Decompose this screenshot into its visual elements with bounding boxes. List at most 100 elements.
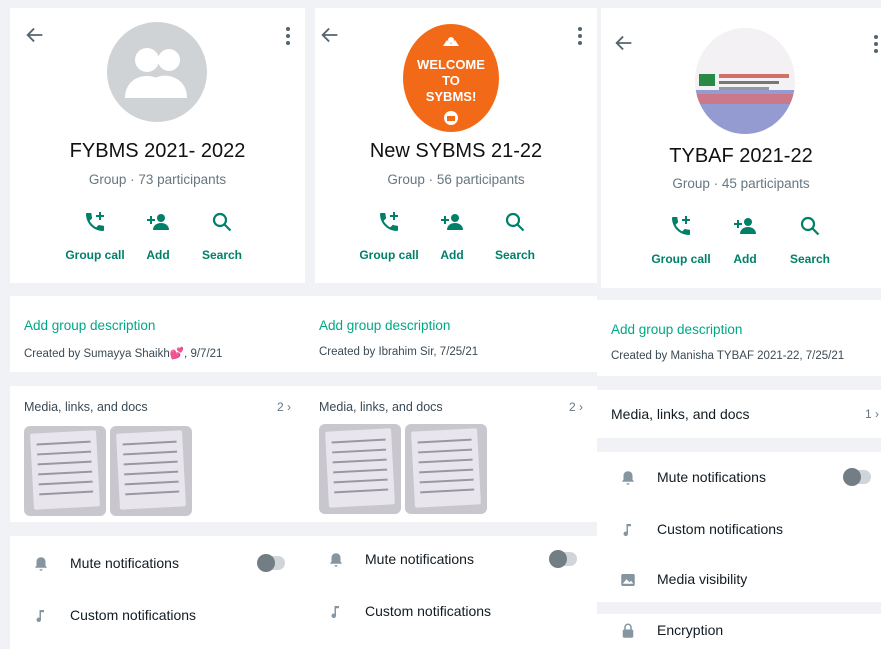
group-info-panel-sybms: WELCOME TO SYBMS! New SYBMS 21-22 Group …: [305, 0, 597, 649]
add-participant-button[interactable]: Add: [123, 210, 193, 262]
media-thumbnail[interactable]: [405, 424, 487, 514]
mute-notifications-row[interactable]: Mute notifications: [10, 542, 305, 586]
group-avatar[interactable]: [107, 22, 207, 122]
mute-notifications-label: Mute notifications: [70, 555, 179, 571]
mute-toggle[interactable]: [843, 468, 871, 486]
settings-section: Mute notifications Custom notifications …: [597, 452, 881, 602]
more-options-icon[interactable]: [577, 26, 583, 46]
mute-notifications-label: Mute notifications: [657, 469, 766, 485]
welcome-badge-icon: WELCOME TO SYBMS!: [417, 37, 485, 125]
toggle-knob: [549, 550, 567, 568]
media-thumbnail[interactable]: [110, 426, 192, 516]
media-thumbnail[interactable]: [24, 426, 106, 516]
description-section: Add group description Created by Manisha…: [597, 300, 881, 376]
settings-section: Mute notifications Custom notifications: [305, 536, 597, 649]
music-note-icon: [36, 610, 44, 623]
search-icon: [505, 212, 525, 232]
search-icon: [800, 216, 820, 236]
search-label: Search: [201, 248, 243, 262]
group-subtitle: Group · 56 participants: [387, 172, 525, 187]
back-arrow-icon[interactable]: [24, 24, 46, 46]
group-subtitle: Group · 45 participants: [672, 176, 810, 191]
add-description-link[interactable]: Add group description: [24, 318, 155, 333]
search-button[interactable]: Search: [480, 210, 550, 262]
media-count[interactable]: 1 ›: [865, 407, 879, 421]
bell-icon: [622, 471, 634, 485]
custom-notifications-row[interactable]: Custom notifications: [305, 590, 597, 634]
add-participant-button[interactable]: Add: [417, 210, 487, 262]
media-section: Media, links, and docs 1 ›: [597, 390, 881, 438]
custom-notifications-label: Custom notifications: [657, 521, 784, 537]
blurred-photo-icon: [695, 28, 795, 134]
back-arrow-icon[interactable]: [319, 24, 341, 46]
bell-icon: [35, 557, 47, 571]
description-section: Add group description Created by Ibrahim…: [305, 296, 597, 372]
search-button[interactable]: Search: [775, 214, 845, 266]
group-call-button[interactable]: Group call: [60, 210, 130, 262]
avatar-text-line: WELCOME: [417, 57, 485, 72]
group-name: TYBAF 2021-22: [669, 145, 813, 167]
add-label: Add: [440, 248, 464, 262]
media-visibility-label: Media visibility: [657, 571, 748, 587]
search-button[interactable]: Search: [187, 210, 257, 262]
mute-toggle[interactable]: [549, 550, 577, 568]
mute-toggle[interactable]: [257, 554, 285, 572]
custom-notifications-label: Custom notifications: [70, 607, 197, 623]
encryption-row[interactable]: Encryption: [597, 616, 881, 649]
add-label: Add: [733, 252, 757, 266]
custom-notifications-row[interactable]: Custom notifications: [597, 508, 881, 552]
group-name: FYBMS 2021- 2022: [69, 140, 246, 162]
media-section: Media, links, and docs 2 ›: [305, 386, 597, 522]
phone-plus-icon: [86, 212, 104, 231]
bell-icon: [330, 553, 342, 567]
group-subtitle: Group · 73 participants: [88, 172, 227, 187]
mute-notifications-label: Mute notifications: [365, 551, 474, 567]
custom-notifications-row[interactable]: Custom notifications: [10, 594, 305, 638]
add-label: Add: [146, 248, 170, 262]
media-links-docs-label[interactable]: Media, links, and docs: [24, 400, 148, 414]
back-arrow-icon[interactable]: [613, 32, 635, 54]
group-info-panel-tybaf: TYBAF 2021-22 Group · 45 participants Gr…: [597, 0, 881, 649]
toggle-knob: [843, 468, 861, 486]
media-thumbnail[interactable]: [319, 424, 401, 514]
default-group-icon: [125, 48, 187, 98]
more-options-icon[interactable]: [285, 26, 291, 46]
media-count[interactable]: 2 ›: [277, 400, 291, 414]
custom-notifications-label: Custom notifications: [365, 603, 492, 619]
group-call-button[interactable]: Group call: [646, 214, 716, 266]
created-by-text: Created by Manisha TYBAF 2021-22, 7/25/2…: [611, 350, 845, 362]
avatar-text-line: SYBMS!: [426, 89, 477, 104]
search-icon: [212, 212, 232, 232]
created-by-text: Created by Ibrahim Sir, 7/25/21: [319, 346, 479, 358]
add-person-icon: [147, 214, 169, 230]
group-call-label: Group call: [359, 248, 419, 262]
group-avatar[interactable]: [695, 28, 795, 134]
phone-plus-icon: [672, 216, 690, 235]
encryption-label: Encryption: [657, 622, 724, 638]
add-description-link[interactable]: Add group description: [611, 322, 742, 337]
group-name: New SYBMS 21-22: [369, 140, 543, 162]
avatar-text-line: TO: [442, 73, 460, 88]
add-description-link[interactable]: Add group description: [319, 318, 450, 333]
lock-icon: [622, 623, 634, 638]
media-count[interactable]: 2 ›: [569, 400, 583, 414]
mute-notifications-row[interactable]: Mute notifications: [597, 456, 881, 500]
group-call-label: Group call: [65, 248, 125, 262]
add-person-icon: [441, 214, 463, 230]
description-section: Add group description Created by Sumayya…: [10, 296, 305, 372]
phone-plus-icon: [380, 212, 398, 231]
encryption-section: Encryption: [597, 614, 881, 649]
media-links-docs-label[interactable]: Media, links, and docs: [319, 400, 443, 414]
created-by-text: Created by Sumayya Shaikh💕, 9/7/21: [24, 348, 223, 360]
toggle-knob: [257, 554, 275, 572]
add-participant-button[interactable]: Add: [710, 214, 780, 266]
media-visibility-row[interactable]: Media visibility: [597, 558, 881, 602]
group-call-button[interactable]: Group call: [354, 210, 424, 262]
settings-section: Mute notifications Custom notifications: [10, 536, 305, 649]
group-avatar[interactable]: WELCOME TO SYBMS!: [403, 24, 499, 132]
media-links-docs-label[interactable]: Media, links, and docs: [611, 406, 750, 422]
mute-notifications-row[interactable]: Mute notifications: [305, 538, 597, 582]
image-icon: [621, 574, 635, 586]
more-options-icon[interactable]: [873, 34, 879, 54]
group-info-panel-fybms: FYBMS 2021- 2022 Group · 73 participants…: [0, 0, 305, 649]
